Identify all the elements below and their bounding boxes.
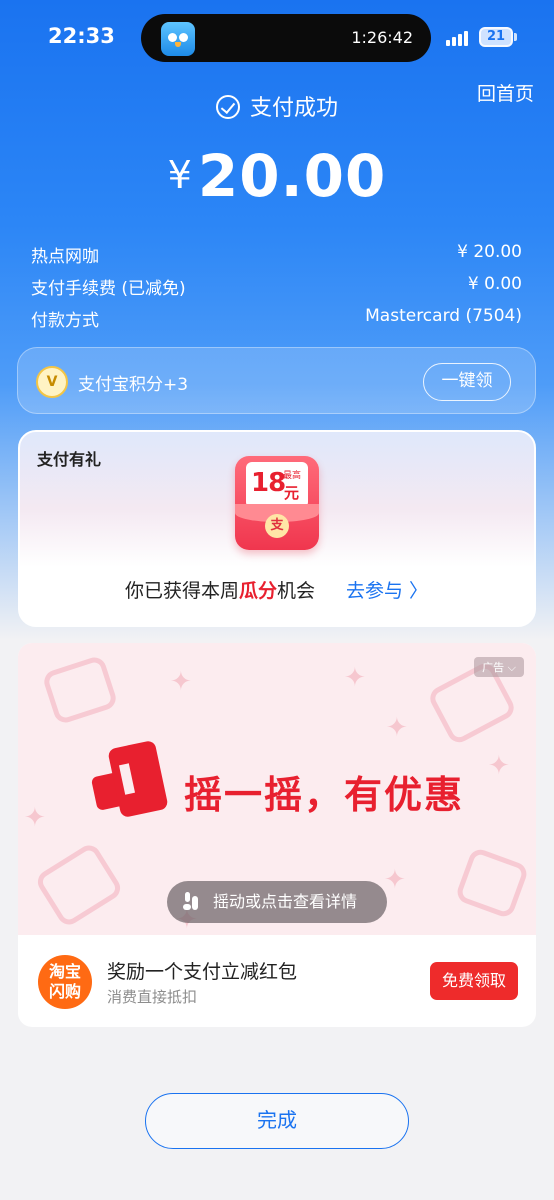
shake-logo-icon (90, 739, 169, 819)
detail-label: 热点网咖 (31, 247, 99, 267)
detail-row-method: 付款方式 Mastercard (7504) (31, 306, 522, 331)
free-claim-button[interactable]: 免费领取 (430, 962, 518, 1000)
ticket-icon (33, 841, 125, 929)
ad-banner[interactable]: ✦ ✦ ✦ ✦ ✦ ✦ ✦ 广告 ⌵ 摇一摇，有优惠 摇动或点击查看详情 (18, 643, 536, 935)
detail-label: 支付手续费 (已减免) (31, 279, 186, 299)
detail-row-merchant: 热点网咖 ¥ 20.00 (31, 242, 522, 267)
detail-row-fee: 支付手续费 (已减免) ¥ 0.00 (31, 274, 522, 299)
dynamic-island[interactable]: 1:26:42 (141, 14, 431, 62)
diamond-icon (454, 846, 530, 920)
detail-value: Mastercard (7504) (365, 306, 522, 326)
red-packet-icon: 18 最高 元 支 (235, 456, 319, 550)
ad-label[interactable]: 广告 ⌵ (474, 657, 524, 677)
ad-headline: 摇一摇，有优惠 (184, 773, 465, 817)
gift-title: 支付有礼 (37, 450, 102, 469)
points-coin-icon: V (36, 366, 68, 398)
points-text: 支付宝积分+3 (78, 375, 189, 395)
points-card: V 支付宝积分+3 一键领 (17, 347, 536, 414)
taobao-flash-logo: 淘宝 闪购 (38, 955, 92, 1009)
gift-message: 你已获得本周瓜分机会 (125, 580, 316, 602)
done-button[interactable]: 完成 (145, 1093, 409, 1149)
success-title: 支付成功 (0, 90, 554, 122)
gift-card[interactable]: 支付有礼 18 最高 元 支 你已获得本周瓜分机会 去参与 〉 (18, 430, 536, 627)
shake-hint-button[interactable]: 摇动或点击查看详情 (167, 881, 387, 923)
ad-title: 奖励一个支付立减红包 (107, 961, 298, 983)
shake-hand-icon (183, 892, 201, 912)
detail-label: 付款方式 (31, 311, 99, 331)
gift-box-icon (41, 654, 119, 726)
participate-link[interactable]: 去参与 〉 (346, 576, 428, 603)
battery-icon: 21 (479, 27, 513, 47)
amount-value: 20.00 (197, 142, 387, 210)
signal-icon (446, 30, 472, 46)
ad-subtitle: 消费直接抵扣 (107, 988, 198, 1006)
status-time: 22:33 (48, 24, 115, 48)
live-timer: 1:26:42 (351, 28, 413, 47)
detail-value: ¥ 20.00 (457, 242, 522, 262)
detail-value: ¥ 0.00 (467, 274, 522, 294)
app-icon (161, 22, 195, 56)
currency-symbol: ¥ (167, 153, 192, 197)
ad-card: ✦ ✦ ✦ ✦ ✦ ✦ ✦ 广告 ⌵ 摇一摇，有优惠 摇动或点击查看详情 淘宝 … (18, 643, 536, 1027)
payment-amount: ¥20.00 (0, 142, 554, 210)
claim-points-button[interactable]: 一键领 (423, 363, 511, 401)
check-circle-icon (215, 95, 240, 119)
